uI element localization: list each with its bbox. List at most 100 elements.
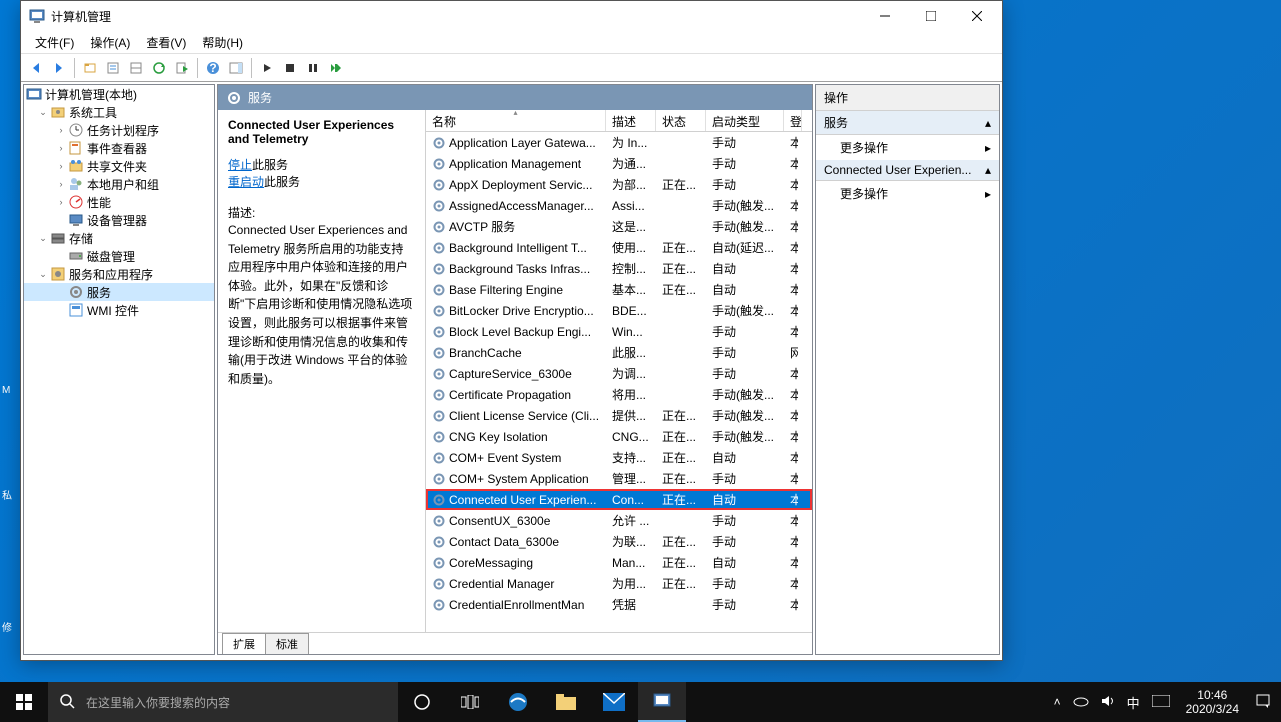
tree-device-manager[interactable]: 设备管理器	[24, 211, 214, 229]
collapse-icon[interactable]: ⌄	[36, 269, 50, 280]
back-button[interactable]	[25, 57, 47, 79]
col-startup[interactable]: 启动类型	[706, 110, 784, 131]
tree-local-users[interactable]: ›本地用户和组	[24, 175, 214, 193]
notifications-icon[interactable]	[1249, 693, 1277, 712]
export-button[interactable]	[171, 57, 193, 79]
expand-icon[interactable]: ›	[54, 143, 68, 153]
tree-shared-folders[interactable]: ›共享文件夹	[24, 157, 214, 175]
tab-standard[interactable]: 标准	[265, 633, 309, 654]
tab-extended[interactable]: 扩展	[222, 633, 266, 654]
tray-keyboard-icon[interactable]	[1146, 695, 1176, 710]
tray-chevron-icon[interactable]: ˄	[1048, 695, 1067, 709]
service-row[interactable]: CNG Key IsolationCNG...正在...手动(触发...本	[426, 426, 812, 447]
play-button[interactable]	[256, 57, 278, 79]
menu-view[interactable]: 查看(V)	[138, 32, 194, 53]
service-row[interactable]: Credential Manager为用...正在...手动本	[426, 573, 812, 594]
service-row[interactable]: Background Tasks Infras...控制...正在...自动本	[426, 258, 812, 279]
delete-button[interactable]	[125, 57, 147, 79]
service-row[interactable]: Block Level Backup Engi...Win...手动本	[426, 321, 812, 342]
help-button[interactable]: ?	[202, 57, 224, 79]
edge-icon[interactable]	[494, 682, 542, 722]
desc-label: 描述:	[228, 204, 415, 221]
tree-disk-mgmt[interactable]: 磁盘管理	[24, 247, 214, 265]
tree-root[interactable]: 计算机管理(本地)	[24, 85, 214, 103]
col-name[interactable]: 名称	[426, 110, 606, 131]
menu-file[interactable]: 文件(F)	[27, 32, 82, 53]
tree-event-viewer[interactable]: ›事件查看器	[24, 139, 214, 157]
tree-services[interactable]: 服务	[24, 283, 214, 301]
expand-icon[interactable]: ›	[54, 179, 68, 189]
search-box[interactable]: 在这里输入你要搜索的内容	[48, 682, 398, 722]
collapse-icon[interactable]: ⌄	[36, 233, 50, 244]
show-hide-button[interactable]	[225, 57, 247, 79]
tree-label: 任务计划程序	[87, 122, 159, 139]
service-row[interactable]: COM+ Event System支持...正在...自动本	[426, 447, 812, 468]
minimize-button[interactable]	[862, 1, 908, 31]
start-button[interactable]	[0, 682, 48, 722]
list-rows[interactable]: Application Layer Gatewa...为 In...手动本App…	[426, 132, 812, 632]
svg-text:?: ?	[209, 61, 216, 75]
service-row[interactable]: CaptureService_6300e为调...手动本	[426, 363, 812, 384]
explorer-icon[interactable]	[542, 682, 590, 722]
tree-label: 服务	[87, 284, 111, 301]
pause-button[interactable]	[302, 57, 324, 79]
tree-performance[interactable]: ›性能	[24, 193, 214, 211]
clock[interactable]: 10:46 2020/3/24	[1176, 688, 1249, 716]
tree-wmi[interactable]: WMI 控件	[24, 301, 214, 319]
service-row[interactable]: AppX Deployment Servic...为部...正在...手动本	[426, 174, 812, 195]
service-row[interactable]: Client License Service (Cli...提供...正在...…	[426, 405, 812, 426]
tree-storage[interactable]: ⌄存储	[24, 229, 214, 247]
col-desc[interactable]: 描述	[606, 110, 656, 131]
service-row[interactable]: ConsentUX_6300e允许 ...手动本	[426, 510, 812, 531]
service-row[interactable]: COM+ System Application管理...正在...手动本	[426, 468, 812, 489]
tray-onedrive-icon[interactable]	[1067, 695, 1095, 710]
service-row[interactable]: BranchCache此服...手动网	[426, 342, 812, 363]
service-row[interactable]: Application Management为通...手动本	[426, 153, 812, 174]
service-row[interactable]: CredentialEnrollmentMan凭据手动本	[426, 594, 812, 615]
stop-button[interactable]	[279, 57, 301, 79]
tray-ime-icon[interactable]: 中	[1121, 693, 1146, 712]
service-row[interactable]: BitLocker Drive Encryptio...BDE...手动(触发.…	[426, 300, 812, 321]
service-row[interactable]: Certificate Propagation将用...手动(触发...本	[426, 384, 812, 405]
expand-icon[interactable]: ›	[54, 161, 68, 171]
up-button[interactable]	[79, 57, 101, 79]
service-row[interactable]: Connected User Experien...Con...正在...自动本	[426, 489, 812, 510]
service-row[interactable]: AssignedAccessManager...Assi...手动(触发...本	[426, 195, 812, 216]
maximize-button[interactable]	[908, 1, 954, 31]
action-more-1[interactable]: 更多操作▸	[816, 135, 999, 160]
forward-button[interactable]	[48, 57, 70, 79]
menu-help[interactable]: 帮助(H)	[194, 32, 251, 53]
stop-link[interactable]: 停止	[228, 158, 252, 172]
service-row[interactable]: Base Filtering Engine基本...正在...自动本	[426, 279, 812, 300]
tree-task-scheduler[interactable]: › 任务计划程序	[24, 121, 214, 139]
service-row[interactable]: Contact Data_6300e为联...正在...手动本	[426, 531, 812, 552]
action-more-2[interactable]: 更多操作▸	[816, 181, 999, 206]
action-selected-section[interactable]: Connected User Experien...▴	[816, 160, 999, 181]
col-logon[interactable]: 登	[784, 110, 802, 131]
close-button[interactable]	[954, 1, 1000, 31]
properties-button[interactable]	[102, 57, 124, 79]
mmc-taskbar-icon[interactable]	[638, 682, 686, 722]
service-row[interactable]: Background Intelligent T...使用...正在...自动(…	[426, 237, 812, 258]
restart-link[interactable]: 重启动	[228, 175, 264, 189]
action-services-section[interactable]: 服务▴	[816, 111, 999, 135]
expand-icon[interactable]: ›	[54, 125, 68, 135]
tree-services-apps[interactable]: ⌄服务和应用程序	[24, 265, 214, 283]
tree-system-tools[interactable]: ⌄系统工具	[24, 103, 214, 121]
desktop-icon[interactable]	[2, 274, 20, 292]
mail-icon[interactable]	[590, 682, 638, 722]
collapse-icon[interactable]: ⌄	[36, 107, 50, 118]
expand-icon[interactable]: ›	[54, 197, 68, 207]
menu-action[interactable]: 操作(A)	[82, 32, 138, 53]
restart-button[interactable]	[325, 57, 347, 79]
service-row[interactable]: CoreMessagingMan...正在...自动本	[426, 552, 812, 573]
service-row[interactable]: Application Layer Gatewa...为 In...手动本	[426, 132, 812, 153]
cortana-button[interactable]	[398, 682, 446, 722]
titlebar[interactable]: 计算机管理	[21, 1, 1002, 31]
task-view-button[interactable]	[446, 682, 494, 722]
refresh-button[interactable]	[148, 57, 170, 79]
nav-tree[interactable]: 计算机管理(本地) ⌄系统工具 › 任务计划程序 ›事件查看器 ›共享文件夹 ›本…	[23, 84, 215, 655]
col-status[interactable]: 状态	[656, 110, 706, 131]
service-row[interactable]: AVCTP 服务这是...手动(触发...本	[426, 216, 812, 237]
tray-volume-icon[interactable]	[1095, 694, 1121, 711]
